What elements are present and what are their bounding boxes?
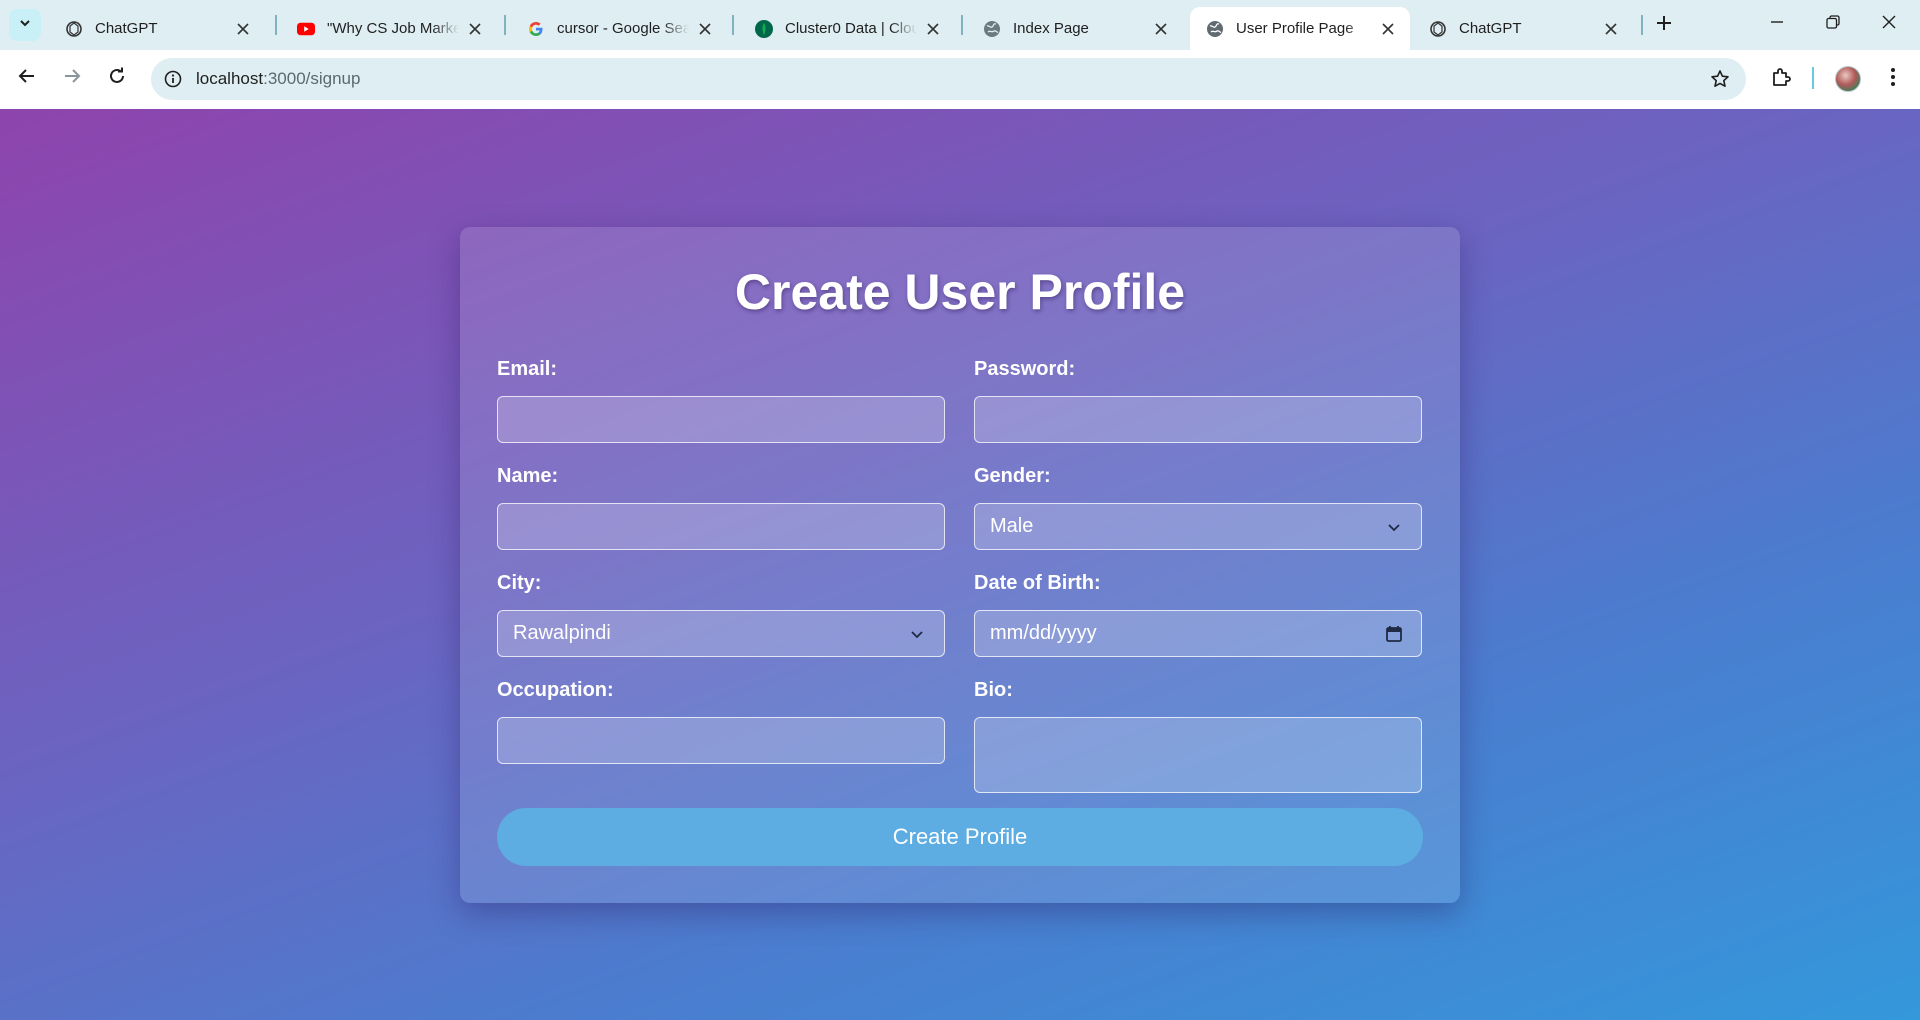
password-input[interactable] (974, 396, 1422, 443)
back-button[interactable] (9, 60, 45, 96)
reload-icon (108, 67, 126, 90)
email-input[interactable] (497, 396, 945, 443)
plus-icon (1656, 15, 1672, 36)
chevron-down-icon (905, 622, 929, 646)
tab-google-search[interactable]: cursor - Google Search (511, 7, 727, 50)
name-label: Name: (497, 465, 559, 487)
email-field-group: Email: (497, 358, 945, 443)
new-tab-button[interactable] (1650, 11, 1678, 39)
site-info-icon[interactable] (161, 67, 185, 91)
page-title: Create User Profile (734, 264, 1186, 320)
name-input[interactable] (497, 503, 945, 550)
restore-button[interactable] (1805, 0, 1861, 48)
close-icon[interactable] (695, 19, 715, 39)
page-background: Create User Profile Email: Password: Nam… (0, 109, 1920, 1020)
city-selected-value: Rawalpindi (513, 622, 611, 644)
close-icon[interactable] (465, 19, 485, 39)
tab-chatgpt-2[interactable]: ChatGPT (1413, 7, 1633, 50)
globe-icon (983, 20, 1001, 38)
gender-label: Gender: (974, 465, 1051, 487)
extensions-button[interactable] (1765, 63, 1797, 95)
url-path: :3000/signup (263, 69, 361, 88)
close-icon[interactable] (1151, 19, 1171, 39)
dob-field-group: Date of Birth: mm/dd/yyyy (974, 572, 1422, 657)
profile-avatar[interactable] (1835, 66, 1861, 92)
arrow-right-icon (63, 67, 81, 90)
city-select[interactable]: Rawalpindi (497, 610, 945, 657)
chatgpt-icon (1429, 20, 1447, 38)
youtube-icon (297, 20, 315, 38)
occupation-label: Occupation: (497, 679, 614, 701)
tab-index-page[interactable]: Index Page (967, 7, 1183, 50)
globe-icon (1206, 20, 1224, 38)
gender-field-group: Gender: Male (974, 465, 1422, 550)
forward-button[interactable] (54, 60, 90, 96)
menu-button[interactable] (1877, 63, 1909, 95)
tab-search-button[interactable] (9, 9, 41, 41)
restore-icon (1826, 14, 1840, 34)
tab-strip: ChatGPT "Why CS Job Market cursor - Goog… (0, 0, 1920, 50)
city-label: City: (497, 572, 542, 594)
tab-separator (504, 15, 506, 35)
tab-title: "Why CS Job Market (327, 20, 459, 37)
tab-title: cursor - Google Search (557, 20, 689, 37)
tab-title: Index Page (1013, 20, 1089, 37)
reload-button[interactable] (99, 60, 135, 96)
google-icon (527, 20, 545, 38)
minimize-button[interactable] (1749, 0, 1805, 48)
dob-label: Date of Birth: (974, 572, 1101, 594)
chevron-down-icon (1382, 515, 1406, 539)
address-bar[interactable]: localhost:3000/signup (151, 58, 1746, 100)
close-icon[interactable] (1601, 19, 1621, 39)
bio-field-group: Bio: (974, 679, 1422, 793)
close-icon[interactable] (233, 19, 253, 39)
bio-label: Bio: (974, 679, 1013, 701)
kebab-menu-icon (1890, 67, 1896, 92)
create-profile-button[interactable]: Create Profile (497, 808, 1423, 866)
minimize-icon (1770, 15, 1784, 34)
city-field-group: City: Rawalpindi (497, 572, 945, 657)
close-icon[interactable] (923, 19, 943, 39)
gender-selected-value: Male (990, 515, 1034, 537)
tab-title: User Profile Page (1236, 20, 1354, 37)
mongodb-icon (755, 19, 773, 38)
close-window-button[interactable] (1861, 0, 1917, 48)
password-label: Password: (974, 358, 1076, 380)
bio-textarea[interactable] (974, 717, 1422, 793)
tab-separator (961, 15, 963, 35)
puzzle-icon (1770, 66, 1792, 93)
email-label: Email: (497, 358, 558, 380)
close-icon[interactable] (1378, 19, 1398, 39)
tab-youtube[interactable]: "Why CS Job Market (281, 7, 497, 50)
name-field-group: Name: (497, 465, 945, 550)
tab-title: Cluster0 Data | Cloud (785, 20, 917, 37)
tab-separator (275, 15, 277, 35)
gender-select[interactable]: Male (974, 503, 1422, 550)
tab-title: ChatGPT (95, 20, 158, 37)
url-text[interactable]: localhost:3000/signup (196, 69, 360, 89)
chevron-down-icon (18, 16, 32, 35)
tab-title: ChatGPT (1459, 20, 1522, 37)
chatgpt-icon (65, 20, 83, 38)
dob-placeholder: mm/dd/yyyy (990, 622, 1097, 644)
calendar-icon[interactable] (1382, 622, 1406, 646)
occupation-field-group: Occupation: (497, 679, 945, 764)
close-icon (1882, 15, 1896, 34)
tab-separator (732, 15, 734, 35)
bookmark-star-icon[interactable] (1708, 67, 1732, 91)
tab-mongodb[interactable]: Cluster0 Data | Cloud (739, 7, 955, 50)
password-field-group: Password: (974, 358, 1422, 443)
tab-separator (1641, 15, 1643, 35)
dob-input[interactable]: mm/dd/yyyy (974, 610, 1422, 657)
toolbar-divider (1812, 67, 1814, 89)
tab-chatgpt[interactable]: ChatGPT (49, 7, 265, 50)
url-host: localhost (196, 69, 264, 88)
arrow-left-icon (18, 67, 36, 90)
browser-toolbar: localhost:3000/signup (0, 50, 1920, 109)
tab-user-profile-page[interactable]: User Profile Page (1190, 7, 1410, 50)
occupation-input[interactable] (497, 717, 945, 764)
profile-form-card: Create User Profile Email: Password: Nam… (460, 227, 1460, 903)
